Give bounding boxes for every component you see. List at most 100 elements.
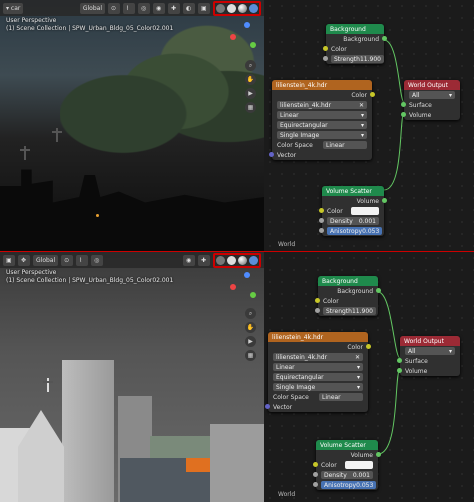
density-field[interactable]: Density 0.001: [327, 217, 379, 225]
world-output-node[interactable]: World Output All ▾ Surface Volume: [401, 80, 460, 120]
extension-dropdown[interactable]: Single Image ▾: [273, 383, 363, 391]
pan-hand-icon[interactable]: ✋: [245, 322, 256, 333]
camera-icon[interactable]: ▶: [245, 336, 256, 347]
background-output-socket[interactable]: [382, 36, 387, 41]
z-axis-icon[interactable]: [244, 22, 250, 28]
volume-output-socket[interactable]: [376, 452, 381, 457]
object-mode-icon[interactable]: ▣: [3, 254, 15, 266]
interpolation-dropdown[interactable]: Linear ▾: [277, 111, 367, 119]
strength-input-socket[interactable]: [323, 56, 328, 61]
chevron-down-icon: ▾: [356, 363, 360, 371]
color-swatch[interactable]: [351, 207, 379, 215]
orientation-dropdown[interactable]: Global: [33, 254, 59, 266]
projection-dropdown[interactable]: Equirectangular ▾: [273, 373, 363, 381]
gizmo-toggle-icon[interactable]: ✚: [198, 254, 210, 266]
color-input-socket[interactable]: [313, 462, 318, 467]
object-selector[interactable]: ▾ car: [3, 2, 24, 14]
viewport-3d-bottom[interactable]: ▣ ✥ Global ⊙ ⌇ ◎ ◉ ✚ User Perspective (1…: [0, 252, 264, 502]
pivot-icon[interactable]: ⊙: [61, 254, 74, 266]
x-axis-icon[interactable]: [230, 34, 236, 40]
x-axis-icon[interactable]: [230, 284, 236, 290]
environment-texture-node[interactable]: lilienstein_4k.hdr Color lilienstein_4k.…: [269, 80, 375, 160]
density-input-socket[interactable]: [319, 218, 324, 223]
background-output-socket[interactable]: [376, 288, 381, 293]
y-axis-icon[interactable]: [250, 42, 256, 48]
vector-input-socket[interactable]: [269, 152, 274, 157]
xray-icon[interactable]: ▣: [198, 2, 210, 14]
environment-texture-node[interactable]: lilienstein_4k.hdr Color lilienstein_4k.…: [265, 332, 371, 412]
overlay-toggle-icon[interactable]: ◐: [183, 2, 195, 14]
proportional-icon[interactable]: ◎: [138, 2, 150, 14]
navigation-gizmo[interactable]: [226, 270, 258, 306]
rendered-shading-icon[interactable]: [249, 255, 258, 265]
viewport-3d-top[interactable]: ▾ car Global ⊙ ⌇ ◎ ◉ ✚ ◐ ▣ User Perspect…: [0, 0, 264, 252]
z-axis-icon[interactable]: [244, 272, 250, 278]
proportional-icon[interactable]: ◎: [91, 254, 104, 266]
color-space-dropdown[interactable]: Linear: [319, 393, 363, 401]
strength-field[interactable]: Strength 11.900: [331, 55, 384, 63]
volume-input-socket[interactable]: [397, 368, 402, 373]
anisotropy-field[interactable]: Anisotropy 0.053: [327, 227, 383, 235]
wireframe-shading-icon[interactable]: [216, 3, 225, 13]
strength-field[interactable]: Strength 11.900: [323, 307, 376, 315]
wireframe-shading-icon[interactable]: [216, 255, 225, 265]
density-field[interactable]: Density 0.001: [321, 471, 373, 479]
material-shading-icon[interactable]: [238, 3, 247, 13]
vector-input-socket[interactable]: [265, 404, 270, 409]
visibility-icon[interactable]: ◉: [183, 254, 195, 266]
building: [210, 424, 264, 502]
zoom-icon[interactable]: ⌕: [245, 60, 256, 71]
color-space-dropdown[interactable]: Linear: [323, 141, 367, 149]
pan-hand-icon[interactable]: ✋: [245, 74, 256, 85]
interpolation-dropdown[interactable]: Linear ▾: [273, 363, 363, 371]
image-file-field[interactable]: lilienstein_4k.hdr ✕: [273, 353, 363, 361]
background-node[interactable]: Background Background Color Strength 11.9…: [323, 24, 387, 64]
volume-scatter-node[interactable]: Volume Scatter Volume Color Density 0.001…: [313, 440, 381, 490]
perspective-grid-icon[interactable]: ▦: [245, 350, 256, 361]
volume-input-socket[interactable]: [401, 112, 406, 117]
anisotropy-input-socket[interactable]: [319, 228, 324, 233]
gizmo-toggle-icon[interactable]: ✚: [168, 2, 180, 14]
density-input-socket[interactable]: [313, 472, 318, 477]
solid-shading-icon[interactable]: [227, 3, 236, 13]
color-input-socket[interactable]: [323, 46, 328, 51]
color-swatch[interactable]: [345, 461, 373, 469]
color-input-socket[interactable]: [315, 298, 320, 303]
y-axis-icon[interactable]: [250, 292, 256, 298]
image-file-field[interactable]: lilienstein_4k.hdr ✕: [277, 101, 367, 109]
shader-node-editor-bottom[interactable]: Background Background Color Strength 11.9…: [264, 252, 474, 502]
surface-input-socket[interactable]: [397, 358, 402, 363]
anisotropy-input-socket[interactable]: [313, 482, 318, 487]
volume-output-socket[interactable]: [382, 198, 387, 203]
world-output-node[interactable]: World Output All ▾ Surface Volume: [397, 336, 460, 376]
solid-shading-icon[interactable]: [227, 255, 236, 265]
color-output-socket[interactable]: [370, 92, 375, 97]
tool-icon[interactable]: ✥: [18, 254, 30, 266]
anisotropy-field[interactable]: Anisotropy 0.053: [321, 481, 377, 489]
color-input-socket[interactable]: [319, 208, 324, 213]
camera-icon[interactable]: ▶: [245, 88, 256, 99]
snap-icon[interactable]: ⌇: [123, 2, 135, 14]
pivot-icon[interactable]: ⊙: [108, 2, 120, 14]
target-dropdown[interactable]: All ▾: [405, 347, 455, 355]
close-icon[interactable]: ✕: [359, 102, 364, 109]
background-node[interactable]: Background Background Color Strength 11.9…: [315, 276, 381, 316]
color-output-socket[interactable]: [366, 344, 371, 349]
rendered-shading-icon[interactable]: [249, 3, 258, 13]
strength-input-socket[interactable]: [315, 308, 320, 313]
snap-icon[interactable]: ⌇: [76, 254, 89, 266]
projection-dropdown[interactable]: Equirectangular ▾: [277, 121, 367, 129]
object-origin-dot: [96, 214, 99, 217]
volume-scatter-node[interactable]: Volume Scatter Volume Color Density 0.001…: [319, 186, 387, 236]
perspective-grid-icon[interactable]: ▦: [245, 102, 256, 113]
close-icon[interactable]: ✕: [355, 354, 360, 361]
zoom-icon[interactable]: ⌕: [245, 308, 256, 319]
surface-input-socket[interactable]: [401, 102, 406, 107]
extension-dropdown[interactable]: Single Image ▾: [277, 131, 367, 139]
orientation-dropdown[interactable]: Global: [79, 2, 105, 14]
target-dropdown[interactable]: All ▾: [409, 91, 455, 99]
visibility-icon[interactable]: ◉: [153, 2, 165, 14]
material-shading-icon[interactable]: [238, 255, 247, 265]
shader-node-editor-top[interactable]: Background Background Color Strength 11.9…: [264, 0, 474, 252]
navigation-gizmo[interactable]: [226, 20, 258, 56]
